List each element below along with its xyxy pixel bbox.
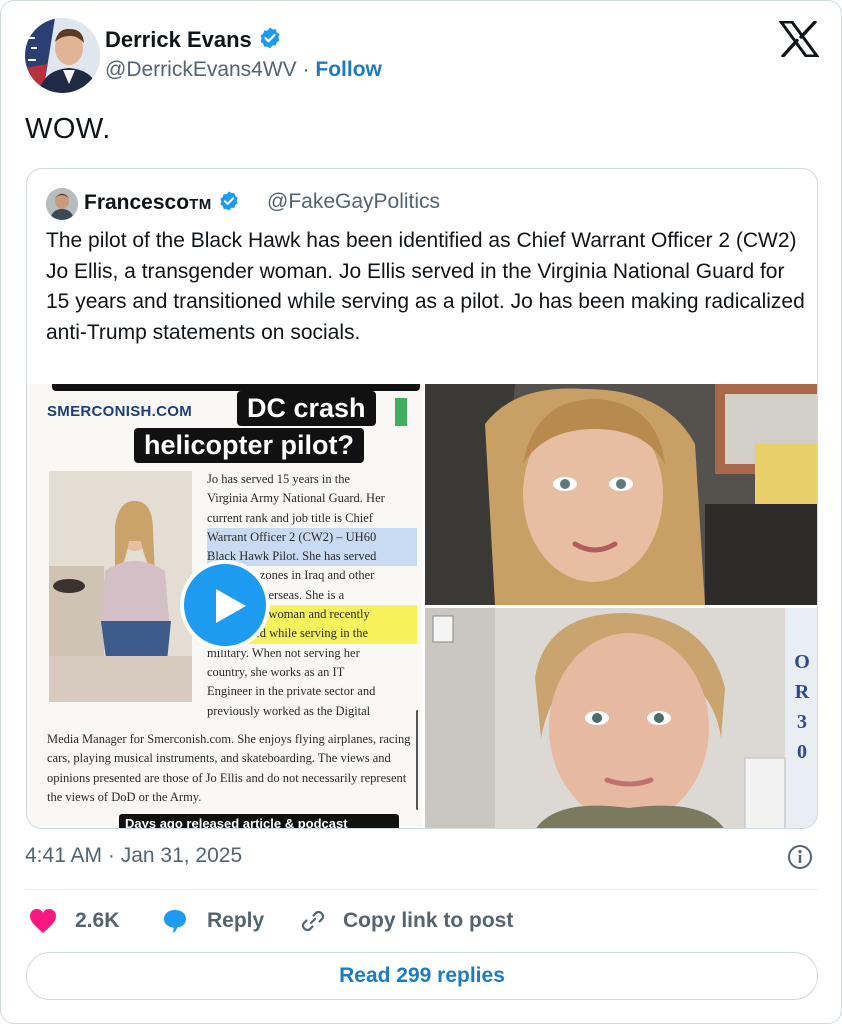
- svg-text:R: R: [795, 681, 810, 703]
- quoted-author-name[interactable]: FrancescoTM: [84, 190, 240, 215]
- article-line: previously worked as the Digital: [207, 703, 371, 718]
- video-caption-bar: Days ago released article & podcast: [119, 814, 399, 828]
- author-name-text: Derrick Evans: [105, 27, 252, 52]
- article-photo-image: [49, 471, 192, 702]
- article-line: Engineer in the private sector and: [207, 684, 376, 699]
- article-line: country, she works as an IT: [207, 664, 345, 679]
- photo-top-right[interactable]: [425, 384, 817, 605]
- quoted-author-avatar[interactable]: [46, 188, 78, 220]
- read-replies-button[interactable]: Read 299 replies: [26, 952, 818, 1000]
- like-count: 2.6K: [75, 909, 120, 932]
- verified-badge-icon: [260, 27, 280, 49]
- copy-link-label: Copy link to post: [343, 909, 514, 932]
- footer-divider: [25, 889, 818, 890]
- article-scrollbar: [416, 710, 418, 810]
- quoted-author-name-text: Francesco: [84, 191, 190, 214]
- link-icon: [301, 910, 325, 932]
- video-title-line2: helicopter pilot?: [134, 428, 365, 463]
- photo-bottom-right[interactable]: O R 3 0: [425, 608, 817, 828]
- copy-link-button[interactable]: Copy link to post: [299, 904, 513, 938]
- author-avatar[interactable]: [25, 18, 100, 93]
- article-line: current rank and job title is Chief: [207, 510, 373, 525]
- play-icon: [216, 589, 246, 623]
- car-selfie-photo: [425, 384, 817, 605]
- svg-text:0: 0: [797, 741, 807, 763]
- reply-label: Reply: [207, 909, 265, 932]
- author-name[interactable]: Derrick Evans: [105, 26, 282, 53]
- article-site-name: SMERCONISH.COM: [47, 403, 193, 420]
- follow-button[interactable]: Follow: [315, 58, 382, 81]
- article-line: Virginia Army National Guard. Her: [207, 491, 385, 506]
- x-logo-icon[interactable]: [779, 21, 819, 57]
- post-timestamp[interactable]: 4:41 AM · Jan 31, 2025: [25, 844, 242, 868]
- author-handle-line: @DerrickEvans4WV · Follow: [105, 58, 382, 82]
- author-handle[interactable]: @DerrickEvans4WV: [105, 58, 297, 81]
- quoted-verified-badge-icon: [220, 191, 238, 211]
- author-avatar-photo: [25, 18, 100, 93]
- video-thumbnail[interactable]: SMERCONISH.COM DC crash helicopter pilot…: [27, 384, 422, 828]
- article-photo: [49, 471, 192, 702]
- video-top-bar: [52, 384, 420, 391]
- svg-text:3: 3: [797, 711, 807, 733]
- info-icon[interactable]: [787, 844, 813, 870]
- video-title-line1: DC crash: [237, 391, 376, 426]
- embedded-post-card: Derrick Evans @DerrickEvans4WV · Follow …: [0, 0, 842, 1024]
- post-text: WOW.: [25, 113, 111, 145]
- uniform-selfie-photo: O R 3 0: [425, 608, 817, 828]
- play-button[interactable]: [180, 560, 270, 650]
- quoted-avatar-photo: [46, 188, 78, 220]
- handle-separator: ·: [302, 58, 310, 81]
- svg-text:O: O: [794, 651, 810, 673]
- article-accent-chip: [395, 398, 407, 426]
- article-text-bottom: Media Manager for Smerconish.com. She en…: [47, 732, 411, 804]
- quoted-author-name-suffix: TM: [189, 196, 212, 213]
- like-button[interactable]: 2.6K: [29, 904, 119, 938]
- quoted-post-text: The pilot of the Black Hawk has been ide…: [46, 229, 805, 344]
- quoted-author-handle[interactable]: @FakeGayPolitics: [267, 190, 440, 214]
- reply-button[interactable]: Reply: [161, 904, 264, 938]
- reply-bubble-icon: [164, 910, 186, 933]
- heart-icon: [30, 909, 56, 933]
- article-line: Warrant Officer 2 (CW2) – UH60: [207, 527, 417, 548]
- quoted-post[interactable]: FrancescoTM @FakeGayPolitics The pilot o…: [26, 168, 818, 829]
- article-line: Jo has served 15 years in the: [207, 472, 351, 486]
- quoted-media-grid: SMERCONISH.COM DC crash helicopter pilot…: [27, 384, 817, 828]
